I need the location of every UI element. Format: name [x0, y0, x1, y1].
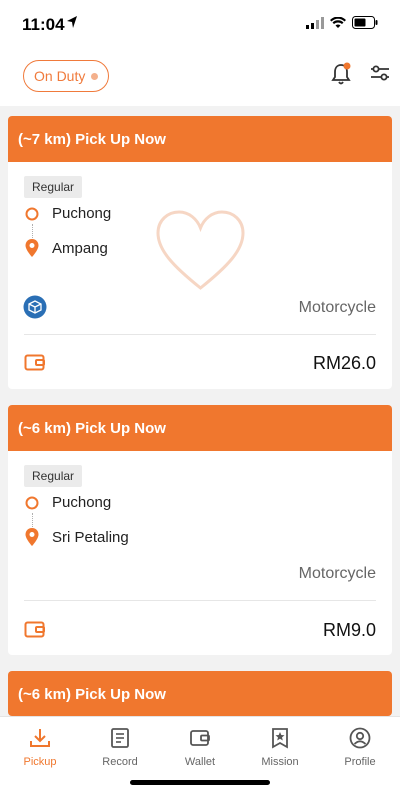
tab-pickup[interactable]: Pickup	[0, 725, 80, 768]
status-time: 11:04	[22, 15, 65, 34]
wallet-icon	[24, 619, 46, 644]
signal-icon	[306, 16, 324, 34]
tab-mission[interactable]: Mission	[240, 725, 320, 768]
profile-icon	[320, 725, 400, 751]
order-card-header: (~6 km) Pick Up Now	[8, 405, 392, 451]
order-card[interactable]: (~6 km) Pick Up Now Regular Puchong Sri …	[8, 405, 392, 655]
download-icon	[0, 725, 80, 751]
wallet-icon	[24, 352, 46, 377]
pickup-circle-icon	[25, 207, 39, 220]
heart-watermark-icon	[153, 208, 248, 299]
tab-label: Profile	[344, 756, 376, 768]
order-price: RM26.0	[312, 353, 376, 373]
dropoff-location: Ampang	[52, 239, 108, 257]
mission-icon	[240, 725, 320, 751]
pickup-stop: Puchong	[24, 205, 111, 222]
dropoff-stop: Sri Petaling	[24, 527, 129, 547]
top-bar: On Duty	[0, 48, 400, 106]
dropoff-stop: Ampang	[24, 238, 108, 258]
duty-status-toggle[interactable]: On Duty	[23, 60, 110, 92]
status-bar: 11:04	[0, 0, 400, 48]
location-arrow-icon	[66, 15, 78, 34]
notification-bell-icon[interactable]	[330, 62, 352, 91]
order-price: RM9.0	[322, 620, 376, 640]
tab-record[interactable]: Record	[80, 725, 160, 768]
route-connector	[32, 224, 34, 238]
divider	[24, 600, 376, 601]
tab-label: Mission	[261, 756, 299, 768]
duty-status-label: On Duty	[34, 68, 86, 84]
service-box-icon	[23, 295, 47, 324]
order-card[interactable]: (~6 km) Pick Up Now	[8, 671, 392, 716]
dropoff-pin-icon	[25, 239, 39, 257]
status-indicators	[306, 16, 378, 34]
tab-label: Pickup	[23, 756, 57, 768]
order-type-tag: Regular	[24, 176, 83, 198]
pickup-circle-icon	[25, 496, 39, 509]
order-card-header: (~6 km) Pick Up Now	[8, 671, 392, 716]
battery-icon	[352, 16, 378, 34]
tab-wallet[interactable]: Wallet	[160, 725, 240, 768]
home-indicator	[130, 780, 270, 785]
dropoff-location: Sri Petaling	[52, 528, 129, 546]
wallet-icon	[160, 725, 240, 751]
tab-profile[interactable]: Profile	[320, 725, 400, 768]
pickup-stop: Puchong	[24, 494, 111, 511]
order-type-tag: Regular	[24, 465, 83, 487]
divider	[24, 334, 376, 335]
tab-label: Wallet	[184, 756, 216, 768]
vehicle-type: Motorcycle	[298, 299, 376, 316]
order-card[interactable]: (~7 km) Pick Up Now Regular Puchong Ampa…	[8, 116, 392, 389]
dropoff-pin-icon	[25, 528, 39, 546]
wifi-icon	[330, 16, 346, 34]
duty-status-dot	[91, 72, 99, 80]
order-card-header: (~7 km) Pick Up Now	[8, 116, 392, 162]
vehicle-type: Motorcycle	[298, 565, 376, 582]
route-connector	[32, 513, 34, 527]
filter-settings-icon[interactable]	[370, 64, 390, 87]
pickup-location: Puchong	[52, 494, 112, 511]
pickup-location: Puchong	[52, 205, 112, 222]
record-icon	[80, 725, 160, 751]
tab-label: Record	[102, 756, 138, 768]
